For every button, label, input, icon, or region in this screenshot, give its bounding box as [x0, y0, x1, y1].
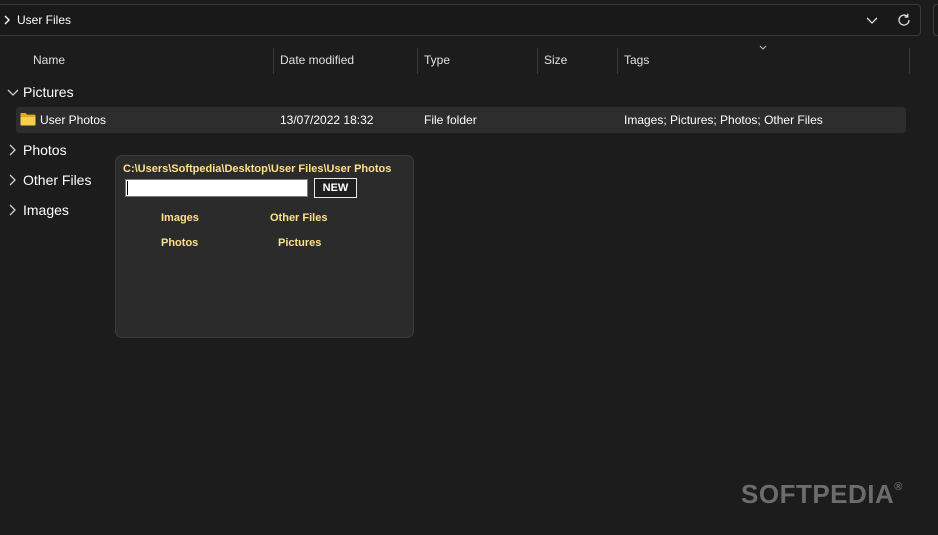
tag-link-photos[interactable]: Photos — [161, 237, 198, 249]
new-tag-input[interactable] — [125, 179, 308, 197]
tag-link-pictures[interactable]: Pictures — [278, 237, 321, 249]
column-type[interactable]: Type — [418, 46, 537, 74]
column-header: Name Date modified Type Size Tags — [0, 46, 938, 74]
chevron-right-icon — [9, 174, 16, 186]
tag-link-other-files[interactable]: Other Files — [270, 212, 327, 224]
column-tags[interactable]: Tags — [618, 46, 909, 74]
address-bar[interactable]: User Files — [0, 4, 921, 36]
column-size[interactable]: Size — [538, 46, 617, 74]
group-label: Other Files — [23, 172, 92, 188]
text-caret — [127, 181, 128, 195]
refresh-icon[interactable] — [896, 12, 912, 28]
group-header-photos[interactable]: Photos — [0, 138, 67, 162]
search-box[interactable] — [933, 4, 938, 36]
column-divider[interactable] — [909, 48, 910, 74]
folder-icon — [20, 113, 36, 126]
new-tag-button[interactable]: NEW — [314, 178, 357, 198]
tag-link-images[interactable]: Images — [161, 212, 199, 224]
table-row[interactable]: User Photos 13/07/2022 18:32 File folder… — [16, 107, 906, 133]
chevron-down-icon — [7, 89, 19, 96]
column-date-modified[interactable]: Date modified — [274, 46, 417, 74]
popup-path: C:\Users\Softpedia\Desktop\User Files\Us… — [123, 163, 392, 175]
chevron-right-icon — [9, 144, 16, 156]
group-label: Photos — [23, 142, 67, 158]
row-name: User Photos — [40, 113, 107, 127]
row-type: File folder — [424, 113, 477, 127]
group-header-images[interactable]: Images — [0, 198, 69, 222]
address-path[interactable]: User Files — [17, 13, 71, 27]
watermark-mark: ® — [894, 481, 903, 493]
row-date-modified: 13/07/2022 18:32 — [280, 113, 374, 127]
row-tags: Images; Pictures; Photos; Other Files — [624, 113, 823, 127]
column-name[interactable]: Name — [27, 46, 273, 74]
watermark-text: SOFTPEDIA — [741, 479, 895, 509]
chevron-down-icon[interactable] — [864, 12, 880, 28]
group-header-pictures[interactable]: Pictures — [0, 80, 74, 104]
softpedia-watermark: SOFTPEDIA® — [741, 479, 903, 510]
chevron-right-icon — [9, 204, 16, 216]
tag-popup: C:\Users\Softpedia\Desktop\User Files\Us… — [115, 155, 414, 338]
group-label: Images — [23, 202, 69, 218]
chevron-right-icon[interactable] — [2, 12, 14, 28]
group-header-other-files[interactable]: Other Files — [0, 168, 91, 192]
group-label: Pictures — [23, 84, 74, 100]
